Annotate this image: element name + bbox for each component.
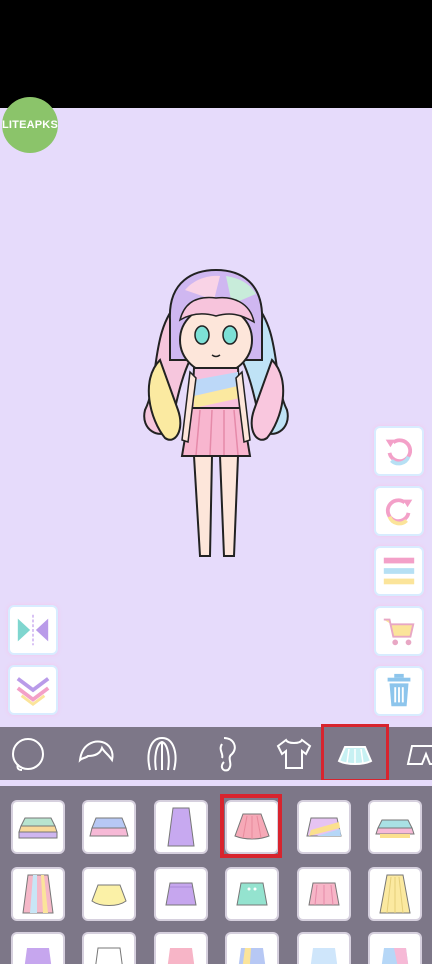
side-hair-icon [219,737,236,772]
skirt-item-9[interactable] [156,869,206,919]
skirt-item-18[interactable] [370,934,420,964]
skirt-item-1[interactable] [13,802,63,852]
skirt-item-11[interactable] [299,869,349,919]
skirt-item-6[interactable] [370,802,420,852]
skirt-icon [310,948,338,964]
undo-arrow-icon [385,438,413,466]
skirt-item-13[interactable] [13,934,63,964]
long-skirt-icon [167,807,195,847]
long-pleated-skirt-icon [379,874,411,914]
skirt-icon [381,948,409,964]
skirt-item-15[interactable] [156,934,206,964]
layers-icon [383,557,415,585]
button-skirt-icon [236,882,268,906]
skirt-icon [95,947,123,964]
watermark-text: LITEAPKS [2,119,58,131]
bangs-icon [78,740,114,763]
skirt-item-5[interactable] [299,802,349,852]
shopping-cart-icon [383,618,415,646]
skirt-icon [337,746,373,765]
skirt-item-8[interactable] [84,869,134,919]
face-outline-icon [12,738,44,771]
long-stripe-skirt-icon [22,874,54,914]
ruffle-skirt-icon [375,819,415,838]
pleated-skirt-icon [308,882,340,906]
wrap-skirt-icon [165,882,197,906]
hide-panel-button[interactable] [10,667,56,713]
delete-button[interactable] [376,668,422,714]
skirt-item-14[interactable] [84,934,134,964]
skirt-item-10[interactable] [227,869,277,919]
skirt-item-16[interactable] [227,934,277,964]
category-bangs[interactable] [72,731,120,777]
redo-arrow-icon [385,498,413,526]
trash-icon [387,673,411,707]
tshirt-icon [276,738,312,769]
stripe-skirt-icon [306,817,342,837]
skirt-item-12[interactable] [370,869,420,919]
flip-icon [17,614,49,646]
chevron-down-icon [16,677,50,707]
hair-icon [147,736,177,771]
category-bar [0,724,432,782]
character-doll [143,268,289,557]
category-side-hair[interactable] [204,731,252,777]
shorts-icon [406,745,432,765]
undo-button[interactable] [376,428,422,474]
layers-button[interactable] [376,548,422,594]
skirt-icon [24,948,52,964]
skirt-item-3[interactable] [156,802,206,852]
ruffle-skirt-icon [18,817,58,839]
ruffle-skirt-icon [89,817,129,837]
category-hair[interactable] [138,731,186,777]
category-skirts[interactable] [321,724,389,782]
category-pants[interactable] [400,731,432,777]
category-face[interactable] [4,731,52,777]
skirt-icon [167,948,195,964]
category-tops[interactable] [270,731,318,777]
bubble-skirt-icon [91,884,127,906]
item-grid [0,786,432,964]
skirt-item-7[interactable] [13,869,63,919]
watermark-logo: LITEAPKS [2,97,58,153]
flip-button[interactable] [10,607,56,653]
skirt-icon [238,948,266,964]
skirt-item-2[interactable] [84,802,134,852]
shop-button[interactable] [376,608,422,654]
dressup-stage [0,108,432,727]
skirt-item-17[interactable] [299,934,349,964]
status-bar-area [0,0,432,108]
selected-item-highlight [220,794,282,858]
redo-button[interactable] [376,488,422,534]
